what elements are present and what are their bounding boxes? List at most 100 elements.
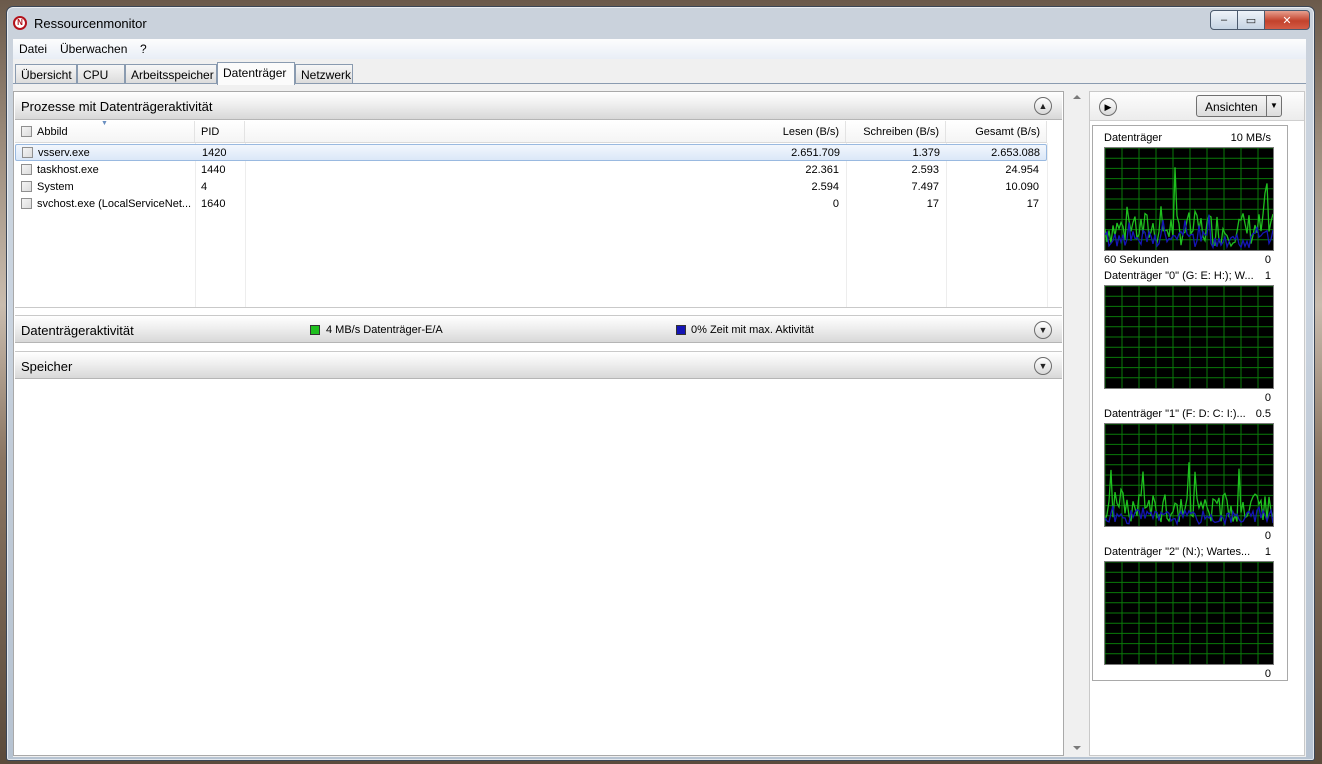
graph-max-value: 1 bbox=[1264, 546, 1271, 558]
column-label-image: Abbild bbox=[37, 126, 68, 138]
scroll-down-icon[interactable] bbox=[1073, 746, 1081, 750]
column-header-image[interactable]: Abbild ▼ bbox=[15, 120, 195, 143]
tab-divider bbox=[13, 83, 1306, 84]
process-table: Abbild ▼ PID Lesen (B/s) Schreiben (B/s)… bbox=[15, 120, 1062, 307]
tab-netzwerk[interactable]: Netzwerk bbox=[295, 64, 353, 83]
storage-section-header[interactable]: Speicher ▼ bbox=[15, 351, 1062, 379]
tab-datentraeger[interactable]: Datenträger bbox=[217, 62, 295, 85]
disk-activity-title: Datenträgeraktivität bbox=[21, 323, 134, 338]
storage-title: Speicher bbox=[21, 359, 73, 374]
row-checkbox[interactable] bbox=[21, 164, 32, 175]
cell-pid: 4 bbox=[201, 181, 208, 193]
cell-image: taskhost.exe bbox=[37, 164, 99, 176]
window-controls: ‒ ▭ ✕ bbox=[1210, 10, 1310, 30]
graph-max-value: 0.5 bbox=[1255, 408, 1271, 420]
table-row[interactable]: svchost.exe (LocalServiceNet... 1640 0 1… bbox=[15, 196, 1047, 213]
cell-pid: 1440 bbox=[201, 164, 226, 176]
processes-title: Prozesse mit Datenträgeraktivität bbox=[21, 99, 213, 114]
graph-pane: ▶ Ansichten ▼ Datenträger 10 MB/s 60 Sek… bbox=[1089, 91, 1305, 756]
processes-section-header[interactable]: Prozesse mit Datenträgeraktivität ▲ bbox=[15, 92, 1062, 120]
graph-time-label: 60 Sekunden bbox=[1104, 254, 1169, 266]
cell-total: 17 bbox=[1026, 198, 1039, 210]
resource-monitor-icon: N bbox=[13, 16, 27, 30]
close-button[interactable]: ✕ bbox=[1264, 10, 1310, 30]
cell-total: 10.090 bbox=[1005, 181, 1039, 193]
resource-monitor-window: N Ressourcenmonitor ‒ ▭ ✕ Datei Überwach… bbox=[6, 6, 1315, 761]
expand-down-icon[interactable]: ▼ bbox=[1034, 357, 1052, 375]
scroll-up-icon[interactable] bbox=[1073, 95, 1081, 99]
column-header-total[interactable]: Gesamt (B/s) bbox=[946, 121, 1047, 143]
window-title: Ressourcenmonitor bbox=[34, 16, 147, 31]
chevron-down-icon[interactable]: ▼ bbox=[1266, 96, 1281, 116]
disk-0-graph bbox=[1104, 285, 1274, 389]
row-checkbox[interactable] bbox=[21, 181, 32, 192]
cell-write: 17 bbox=[926, 198, 939, 210]
main-panel: Prozesse mit Datenträgeraktivität ▲ Abbi… bbox=[13, 91, 1064, 756]
graph-label: Datenträger "2" (N:); Wartes... bbox=[1104, 546, 1251, 558]
graph-toolbar: ▶ Ansichten ▼ bbox=[1090, 92, 1304, 121]
graph-canvas bbox=[1104, 561, 1273, 664]
cell-pid: 1640 bbox=[201, 198, 226, 210]
minimize-button[interactable]: ‒ bbox=[1210, 10, 1238, 30]
column-divider bbox=[1047, 143, 1048, 307]
graph-label: Datenträger bbox=[1104, 132, 1163, 144]
sort-arrow-icon: ▼ bbox=[101, 120, 108, 127]
main-scrollbar[interactable] bbox=[1069, 91, 1086, 756]
title-bar[interactable]: N Ressourcenmonitor ‒ ▭ ✕ bbox=[7, 7, 1314, 37]
menu-ueberwachen[interactable]: Überwachen bbox=[60, 42, 127, 56]
activity-legend-swatch bbox=[676, 325, 686, 335]
activity-legend-label: 0% Zeit mit max. Aktivität bbox=[691, 324, 814, 336]
section-divider bbox=[15, 307, 1062, 308]
row-checkbox[interactable] bbox=[21, 198, 32, 209]
cell-total: 24.954 bbox=[1005, 164, 1039, 176]
column-header-pid[interactable]: PID bbox=[195, 121, 245, 143]
menu-help[interactable]: ? bbox=[140, 42, 147, 56]
graph-max-value: 1 bbox=[1264, 270, 1271, 282]
graph-label: Datenträger "1" (F: D: C: I:)... bbox=[1104, 408, 1246, 420]
io-legend-swatch bbox=[310, 325, 320, 335]
cell-write: 2.593 bbox=[911, 164, 939, 176]
select-all-checkbox[interactable] bbox=[21, 126, 32, 137]
expand-down-icon[interactable]: ▼ bbox=[1034, 321, 1052, 339]
io-legend-label: 4 MB/s Datenträger-E/A bbox=[326, 324, 443, 336]
column-header-write[interactable]: Schreiben (B/s) bbox=[846, 121, 946, 143]
disk-total-graph bbox=[1104, 147, 1274, 251]
cell-read: 0 bbox=[832, 198, 839, 210]
cell-pid: 1420 bbox=[202, 147, 227, 159]
menu-bar: Datei Überwachen ? bbox=[13, 39, 1306, 59]
table-row[interactable]: System 4 2.594 7.497 10.090 bbox=[15, 179, 1047, 196]
graph-canvas bbox=[1104, 285, 1273, 388]
maximize-button[interactable]: ▭ bbox=[1237, 10, 1265, 30]
cell-read: 2.594 bbox=[811, 181, 839, 193]
table-row[interactable]: vsserv.exe 1420 2.651.709 1.379 2.653.08… bbox=[15, 144, 1047, 161]
cell-image: vsserv.exe bbox=[38, 147, 90, 159]
tab-arbeitsspeicher[interactable]: Arbeitsspeicher bbox=[125, 64, 217, 83]
collapse-up-icon[interactable]: ▲ bbox=[1034, 97, 1052, 115]
cell-write: 7.497 bbox=[911, 181, 939, 193]
tab-cpu[interactable]: CPU bbox=[77, 64, 125, 83]
tab-uebersicht[interactable]: Übersicht bbox=[15, 64, 77, 83]
header-divider bbox=[15, 142, 1047, 143]
client-area: Datei Überwachen ? Übersicht CPU Arbeits… bbox=[13, 39, 1306, 757]
graph-max-value: 10 MB/s bbox=[1230, 132, 1271, 144]
graph-min-value: 0 bbox=[1264, 530, 1271, 542]
graph-list: Datenträger 10 MB/s 60 Sekunden 0 Datent… bbox=[1092, 125, 1288, 681]
table-row[interactable]: taskhost.exe 1440 22.361 2.593 24.954 bbox=[15, 162, 1047, 179]
column-header-read[interactable]: Lesen (B/s) bbox=[245, 121, 846, 143]
cell-write: 1.379 bbox=[912, 147, 940, 159]
graph-canvas bbox=[1104, 423, 1274, 526]
graph-min-value: 0 bbox=[1264, 668, 1271, 680]
menu-datei[interactable]: Datei bbox=[19, 42, 47, 56]
graph-min-value: 0 bbox=[1264, 254, 1271, 266]
disk-2-graph bbox=[1104, 561, 1274, 665]
graph-min-value: 0 bbox=[1264, 392, 1271, 404]
disk-activity-section-header[interactable]: Datenträgeraktivität 4 MB/s Datenträger-… bbox=[15, 315, 1062, 343]
cell-image: System bbox=[37, 181, 74, 193]
chevron-right-icon[interactable]: ▶ bbox=[1099, 98, 1117, 116]
cell-total: 2.653.088 bbox=[991, 147, 1040, 159]
row-checkbox[interactable] bbox=[22, 147, 33, 158]
views-button[interactable]: Ansichten ▼ bbox=[1196, 95, 1282, 117]
cell-image: svchost.exe (LocalServiceNet... bbox=[37, 198, 192, 210]
views-label: Ansichten bbox=[1205, 100, 1258, 114]
cell-read: 22.361 bbox=[805, 164, 839, 176]
